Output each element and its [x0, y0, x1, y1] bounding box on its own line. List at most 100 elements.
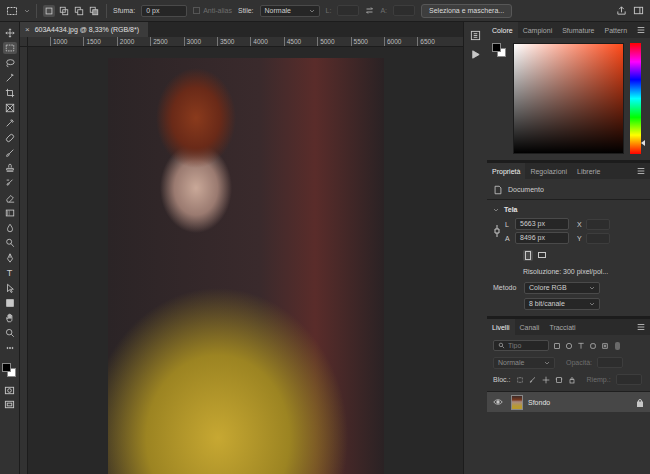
ruler-ticks: 1000150020002500300035004000450050005500… — [28, 37, 463, 46]
type-filter-icon[interactable] — [577, 342, 585, 350]
panel-tab[interactable]: Campioni — [518, 22, 558, 38]
select-and-mask-button[interactable]: Seleziona e maschera... — [421, 4, 512, 18]
lock-artboard-icon[interactable] — [555, 376, 563, 384]
panel-tab[interactable]: Regolazioni — [525, 163, 572, 179]
lock-all-icon[interactable] — [568, 376, 576, 384]
tool-button[interactable] — [3, 252, 17, 264]
new-selection-icon — [44, 6, 54, 16]
tool-button[interactable] — [3, 27, 17, 39]
ruler-tick: 1500 — [83, 37, 116, 46]
tool-button[interactable] — [3, 132, 17, 144]
filter-toggle[interactable] — [615, 342, 620, 350]
tool-button[interactable] — [3, 87, 17, 99]
panel-tab[interactable]: Sfumature — [557, 22, 599, 38]
lock-icon[interactable] — [636, 398, 644, 407]
tool-button[interactable] — [3, 192, 17, 204]
workspace: T ×603A4434.jpg @ 8,33% (RGB/8*)100015002… — [0, 22, 650, 474]
tool-button[interactable] — [3, 147, 17, 159]
tool-button[interactable] — [3, 207, 17, 219]
pixel-filter-icon[interactable] — [553, 342, 561, 350]
size-label: A — [505, 235, 511, 242]
tool-button[interactable] — [3, 222, 17, 234]
panel-tab[interactable]: Canali — [515, 319, 545, 335]
style-dropdown[interactable]: Normale — [260, 5, 320, 17]
feather-field[interactable]: 0 px — [141, 5, 187, 17]
quick-mask-icon[interactable] — [4, 385, 15, 396]
tool-button[interactable] — [3, 162, 17, 174]
shape-filter-icon[interactable] — [589, 342, 597, 350]
lock-pixels-icon[interactable] — [516, 376, 524, 384]
landscape-button[interactable] — [537, 250, 547, 261]
color-swatches[interactable] — [492, 43, 507, 58]
tool-button[interactable] — [3, 342, 17, 354]
subtract-selection-icon — [74, 6, 84, 16]
selection-mode-button[interactable] — [58, 5, 70, 17]
link-icon[interactable] — [493, 224, 501, 238]
foreground-swatch[interactable] — [492, 43, 501, 52]
tool-button[interactable] — [3, 42, 17, 54]
eye-icon[interactable] — [493, 397, 503, 407]
canvas-section-header[interactable]: Tela — [487, 203, 650, 216]
panel-menu-icon[interactable] — [636, 166, 646, 176]
tool-button[interactable] — [3, 117, 17, 129]
hue-marker-icon[interactable] — [641, 140, 645, 146]
lock-paint-icon[interactable] — [529, 376, 537, 384]
tool-button[interactable] — [3, 57, 17, 69]
tool-button[interactable] — [3, 237, 17, 249]
section-label: Documento — [508, 186, 544, 193]
selection-mode-button[interactable] — [43, 5, 55, 17]
layer-row[interactable]: Sfondo — [487, 392, 650, 412]
filter-input[interactable] — [508, 342, 544, 349]
tool-button[interactable] — [3, 72, 17, 84]
tool-button[interactable] — [3, 297, 17, 309]
ruler-tick: 2500 — [150, 37, 183, 46]
chevron-down-icon[interactable] — [24, 8, 30, 14]
selection-mode-button[interactable] — [88, 5, 100, 17]
antialias-label: Anti-alias — [203, 7, 232, 14]
tool-button[interactable]: T — [3, 267, 17, 279]
actions-panel-icon[interactable] — [470, 49, 481, 60]
adjustment-filter-icon[interactable] — [565, 342, 573, 350]
brush-tool-icon — [5, 148, 15, 158]
selection-mode-button[interactable] — [73, 5, 85, 17]
tool-button[interactable] — [3, 177, 17, 189]
tool-button[interactable] — [3, 312, 17, 324]
tool-button[interactable] — [3, 102, 17, 114]
history-panel-icon[interactable] — [470, 30, 481, 41]
panel-tab[interactable]: Librerie — [572, 163, 605, 179]
crop-tool-icon — [5, 88, 15, 98]
mode-label: Metodo — [493, 284, 519, 291]
foreground-swatch[interactable] — [2, 363, 11, 372]
canvas[interactable] — [28, 47, 463, 474]
chevron-down-icon — [493, 207, 499, 213]
filter-kind-dropdown[interactable] — [493, 340, 549, 351]
mode-dropdown[interactable]: Colore RGB — [524, 282, 600, 294]
depth-dropdown[interactable]: 8 bit/canale — [524, 298, 600, 310]
hue-slider[interactable] — [630, 43, 645, 154]
share-icon[interactable] — [616, 5, 627, 16]
screen-mode-icon[interactable] — [4, 399, 15, 410]
close-tab-button[interactable]: × — [25, 25, 30, 34]
panel-tab[interactable]: Colore — [487, 22, 518, 38]
size-field[interactable]: 8496 px — [515, 232, 569, 244]
tool-button[interactable] — [3, 327, 17, 339]
lock-position-icon[interactable] — [542, 376, 550, 384]
portrait-button[interactable] — [523, 250, 533, 261]
size-field[interactable]: 5663 px — [515, 218, 569, 230]
rect-marquee-icon[interactable] — [6, 5, 18, 17]
panel-menu-icon[interactable] — [636, 322, 646, 332]
panel-tab[interactable]: Proprietà — [487, 163, 525, 179]
layer-list: Sfondo — [487, 391, 650, 412]
ruler-tick: 6500 — [417, 37, 450, 46]
panel-tab[interactable]: Pattern — [600, 22, 633, 38]
color-field[interactable] — [513, 43, 624, 154]
color-swatches[interactable] — [2, 363, 17, 378]
tool-button[interactable] — [3, 282, 17, 294]
position-field — [586, 233, 610, 244]
panel-menu-icon[interactable] — [636, 25, 646, 35]
smart-object-filter-icon[interactable] — [601, 342, 609, 350]
workspace-icon[interactable] — [633, 5, 644, 16]
panel-tab[interactable]: Livelli — [487, 319, 515, 335]
document-tab[interactable]: ×603A4434.jpg @ 8,33% (RGB/8*) — [20, 22, 148, 37]
panel-tab[interactable]: Tracciati — [544, 319, 580, 335]
